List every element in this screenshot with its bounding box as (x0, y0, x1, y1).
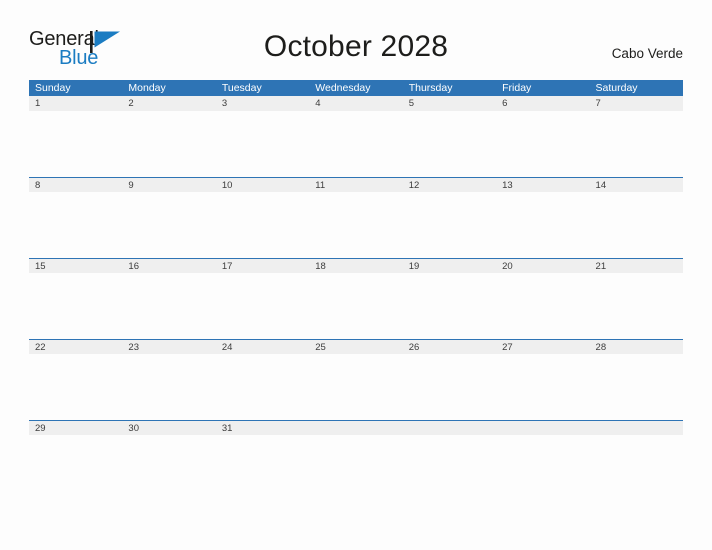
date-number[interactable]: 8 (29, 178, 122, 192)
date-number[interactable]: 16 (122, 259, 215, 273)
day-note-cell[interactable] (403, 273, 496, 339)
date-number[interactable]: 25 (309, 340, 402, 354)
day-note-cell[interactable] (590, 273, 683, 339)
date-number[interactable]: 18 (309, 259, 402, 273)
day-note-cell[interactable] (496, 192, 589, 258)
date-number[interactable]: 9 (122, 178, 215, 192)
day-note-cell[interactable] (309, 192, 402, 258)
day-note-cell[interactable] (309, 273, 402, 339)
date-number (309, 421, 402, 435)
date-number-band: 29 30 31 (29, 420, 683, 435)
day-note-cell[interactable] (29, 111, 122, 177)
day-note-cell[interactable] (122, 273, 215, 339)
date-number[interactable]: 3 (216, 96, 309, 111)
day-note-cell[interactable] (122, 354, 215, 420)
day-note-cell[interactable] (309, 111, 402, 177)
day-note-cell[interactable] (496, 354, 589, 420)
week-row: 22 23 24 25 26 27 28 (29, 339, 683, 420)
weekday-header-friday: Friday (502, 82, 532, 94)
date-number[interactable]: 27 (496, 340, 589, 354)
date-number[interactable]: 15 (29, 259, 122, 273)
date-number[interactable]: 4 (309, 96, 402, 111)
weekday-header-wednesday: Wednesday (315, 82, 371, 94)
week-note-area (29, 192, 683, 258)
date-number[interactable]: 6 (496, 96, 589, 111)
location-label: Cabo Verde (611, 46, 683, 61)
day-note-cell[interactable] (216, 435, 309, 501)
date-number[interactable]: 11 (309, 178, 402, 192)
date-number-band: 8 9 10 11 12 13 14 (29, 177, 683, 192)
date-number[interactable]: 22 (29, 340, 122, 354)
week-row: 15 16 17 18 19 20 21 (29, 258, 683, 339)
weekday-header-monday: Monday (128, 82, 166, 94)
date-number (496, 421, 589, 435)
day-note-cell (309, 435, 402, 501)
date-number[interactable]: 12 (403, 178, 496, 192)
date-number (590, 421, 683, 435)
date-number[interactable]: 19 (403, 259, 496, 273)
day-note-cell[interactable] (496, 273, 589, 339)
date-number[interactable]: 10 (216, 178, 309, 192)
weekday-header-tuesday: Tuesday (221, 82, 262, 94)
date-number[interactable]: 17 (216, 259, 309, 273)
day-note-cell[interactable] (496, 111, 589, 177)
day-note-cell[interactable] (29, 192, 122, 258)
day-note-cell[interactable] (403, 192, 496, 258)
date-number[interactable]: 29 (29, 421, 122, 435)
date-number[interactable]: 20 (496, 259, 589, 273)
date-number-band: 15 16 17 18 19 20 21 (29, 258, 683, 273)
day-note-cell[interactable] (403, 111, 496, 177)
date-number[interactable]: 30 (122, 421, 215, 435)
week-row: 29 30 31 (29, 420, 683, 501)
date-number[interactable]: 26 (403, 340, 496, 354)
page-header: General Blue October 2028 Cabo Verde (0, 0, 712, 78)
date-number[interactable]: 24 (216, 340, 309, 354)
date-number-band: 22 23 24 25 26 27 28 (29, 339, 683, 354)
date-number[interactable]: 14 (590, 178, 683, 192)
weekday-header-thursday: Thursday (408, 82, 453, 94)
weekday-header-saturday: Saturday (595, 82, 638, 94)
weekday-header-sunday: Sunday (35, 82, 71, 94)
week-note-area (29, 435, 683, 501)
date-number[interactable]: 28 (590, 340, 683, 354)
week-note-area (29, 273, 683, 339)
date-number[interactable]: 5 (403, 96, 496, 111)
date-number-band: 1 2 3 4 5 6 7 (29, 96, 683, 111)
day-note-cell[interactable] (216, 192, 309, 258)
week-row: 8 9 10 11 12 13 14 (29, 177, 683, 258)
day-note-cell (403, 435, 496, 501)
week-row: 1 2 3 4 5 6 7 (29, 96, 683, 177)
date-number[interactable]: 31 (216, 421, 309, 435)
date-number[interactable]: 7 (590, 96, 683, 111)
day-note-cell[interactable] (122, 435, 215, 501)
day-note-cell[interactable] (216, 273, 309, 339)
calendar-table: Sunday Monday Tuesday Wednesday Thursday… (29, 80, 683, 501)
day-note-cell[interactable] (29, 273, 122, 339)
date-number (403, 421, 496, 435)
week-note-area (29, 111, 683, 177)
day-note-cell[interactable] (309, 354, 402, 420)
day-note-cell[interactable] (122, 111, 215, 177)
date-number[interactable]: 1 (29, 96, 122, 111)
weekday-header-row: Sunday Monday Tuesday Wednesday Thursday… (29, 80, 683, 96)
day-note-cell[interactable] (590, 111, 683, 177)
date-number[interactable]: 13 (496, 178, 589, 192)
date-number[interactable]: 21 (590, 259, 683, 273)
day-note-cell[interactable] (29, 354, 122, 420)
day-note-cell (496, 435, 589, 501)
page-title: October 2028 (263, 30, 449, 63)
day-note-cell (590, 435, 683, 501)
day-note-cell[interactable] (122, 192, 215, 258)
day-note-cell[interactable] (216, 111, 309, 177)
date-number[interactable]: 2 (122, 96, 215, 111)
week-note-area (29, 354, 683, 420)
date-number[interactable]: 23 (122, 340, 215, 354)
day-note-cell[interactable] (590, 192, 683, 258)
day-note-cell[interactable] (216, 354, 309, 420)
day-note-cell[interactable] (403, 354, 496, 420)
day-note-cell[interactable] (590, 354, 683, 420)
day-note-cell[interactable] (29, 435, 122, 501)
